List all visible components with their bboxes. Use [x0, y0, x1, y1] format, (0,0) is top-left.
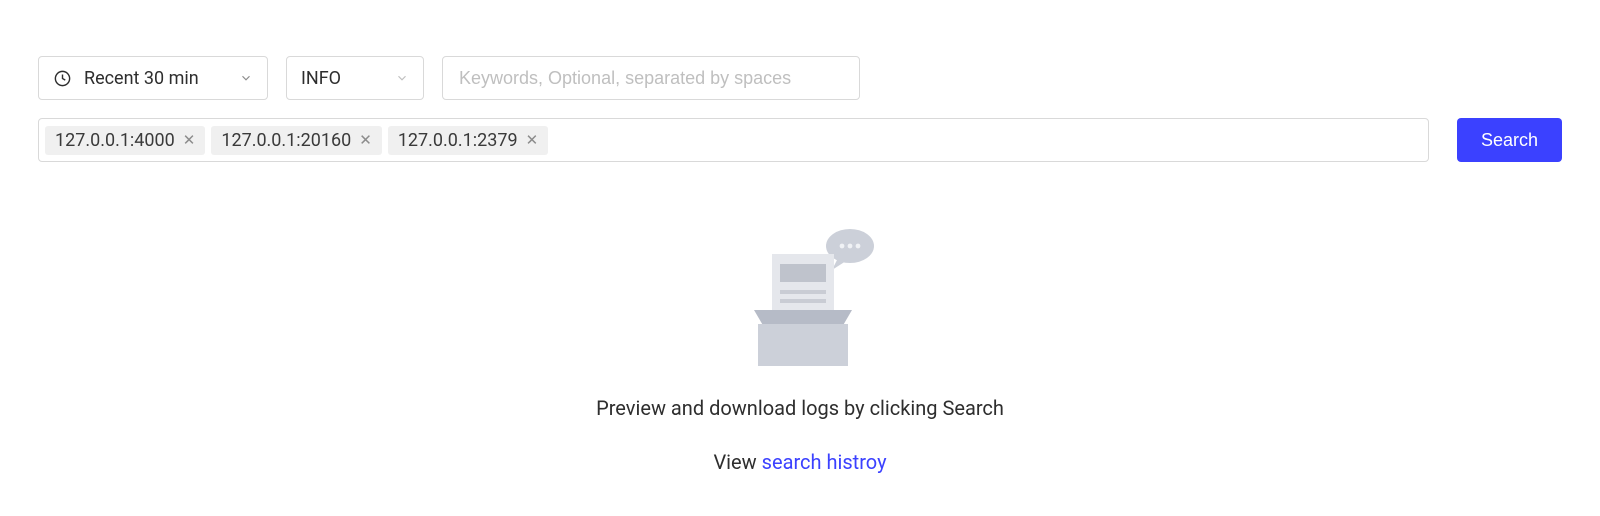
clock-icon	[53, 69, 72, 88]
empty-illustration-icon	[720, 224, 880, 378]
keywords-input[interactable]	[457, 67, 845, 90]
instances-tags-area[interactable]: 127.0.0.1:4000 ✕ 127.0.0.1:20160 ✕ 127.0…	[38, 118, 1429, 162]
instance-tag: 127.0.0.1:20160 ✕	[211, 126, 381, 155]
chevron-down-icon	[239, 71, 253, 85]
empty-state-message: Preview and download logs by clicking Se…	[38, 396, 1562, 420]
instance-tag-label: 127.0.0.1:20160	[221, 130, 351, 151]
search-button[interactable]: Search	[1457, 118, 1562, 162]
instance-tag-label: 127.0.0.1:4000	[55, 130, 175, 151]
close-icon[interactable]: ✕	[359, 133, 372, 148]
time-range-label: Recent 30 min	[84, 68, 227, 89]
history-prefix: View	[713, 450, 761, 474]
instance-tag-label: 127.0.0.1:2379	[398, 130, 518, 151]
filter-row: Recent 30 min INFO	[38, 56, 1562, 100]
search-history-link[interactable]: search histroy	[762, 450, 887, 474]
time-range-select[interactable]: Recent 30 min	[38, 56, 268, 100]
history-line: View search histroy	[38, 450, 1562, 474]
log-level-label: INFO	[301, 68, 341, 89]
empty-state: Preview and download logs by clicking Se…	[38, 224, 1562, 474]
close-icon[interactable]: ✕	[183, 133, 196, 148]
close-icon[interactable]: ✕	[526, 133, 539, 148]
log-level-select[interactable]: INFO	[286, 56, 424, 100]
keywords-input-wrapper	[442, 56, 860, 100]
instance-tag: 127.0.0.1:4000 ✕	[45, 126, 205, 155]
instances-row: 127.0.0.1:4000 ✕ 127.0.0.1:20160 ✕ 127.0…	[38, 118, 1562, 162]
instance-tag: 127.0.0.1:2379 ✕	[388, 126, 548, 155]
chevron-down-icon	[395, 71, 409, 85]
